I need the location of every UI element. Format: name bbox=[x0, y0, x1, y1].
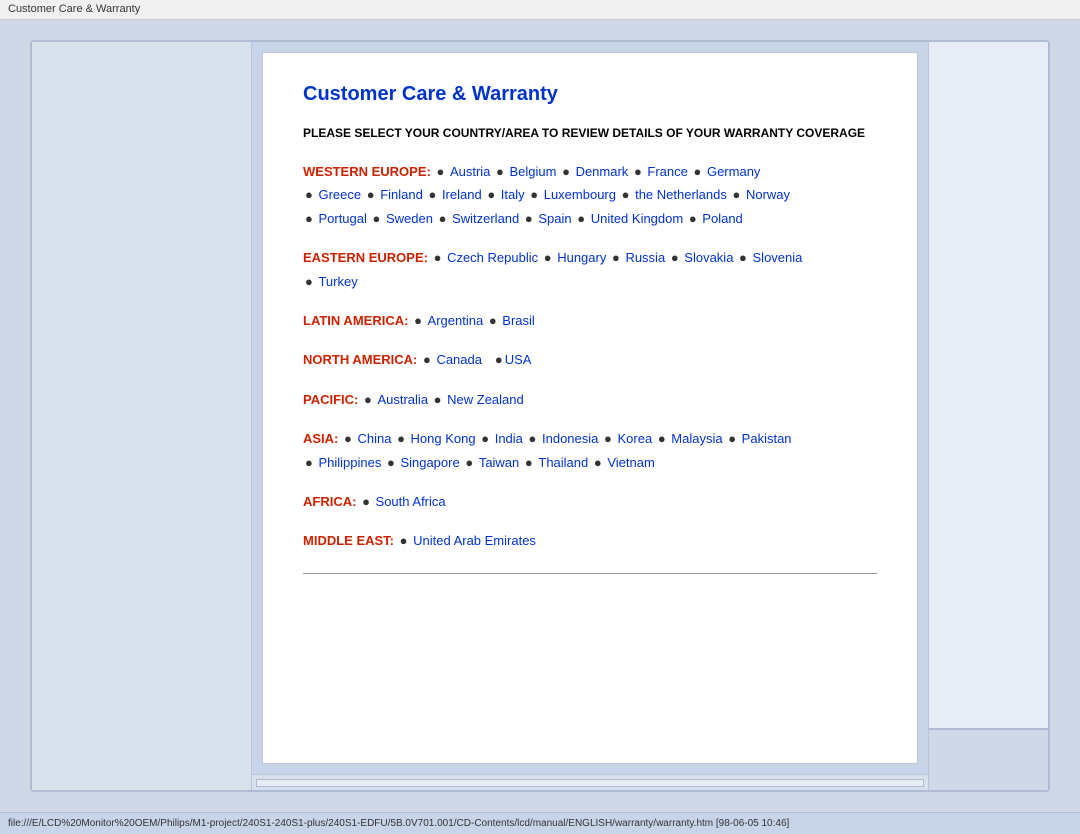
link-spain[interactable]: Spain bbox=[538, 211, 571, 226]
link-belgium[interactable]: Belgium bbox=[510, 164, 557, 179]
link-sweden[interactable]: Sweden bbox=[386, 211, 433, 226]
region-north-america: NORTH AMERICA: ● Canada ●USA bbox=[303, 348, 877, 371]
intro-text: PLEASE SELECT YOUR COUNTRY/AREA TO REVIE… bbox=[303, 124, 877, 142]
region-eastern-europe: EASTERN EUROPE: ● Czech Republic ● Hunga… bbox=[303, 246, 877, 293]
browser-chrome: Customer Care & Warranty PLEASE SELECT Y… bbox=[0, 20, 1080, 812]
link-netherlands[interactable]: the Netherlands bbox=[635, 187, 727, 202]
main-area: Customer Care & Warranty PLEASE SELECT Y… bbox=[252, 42, 928, 790]
content-divider bbox=[303, 573, 877, 574]
link-france[interactable]: France bbox=[647, 164, 687, 179]
right-sidebar bbox=[928, 42, 1048, 790]
link-denmark[interactable]: Denmark bbox=[576, 164, 629, 179]
link-pakistan[interactable]: Pakistan bbox=[742, 431, 792, 446]
link-austria[interactable]: Austria bbox=[450, 164, 490, 179]
link-taiwan[interactable]: Taiwan bbox=[479, 455, 519, 470]
link-switzerland[interactable]: Switzerland bbox=[452, 211, 519, 226]
right-sidebar-bottom bbox=[929, 730, 1048, 790]
link-united-kingdom[interactable]: United Kingdom bbox=[591, 211, 684, 226]
bottom-bar: file:///E/LCD%20Monitor%20OEM/Philips/M1… bbox=[0, 812, 1080, 834]
title-bar: Customer Care & Warranty bbox=[0, 0, 1080, 20]
link-uae[interactable]: United Arab Emirates bbox=[413, 533, 536, 548]
bottom-bar-text: file:///E/LCD%20Monitor%20OEM/Philips/M1… bbox=[8, 818, 789, 829]
region-middle-east: MIDDLE EAST: ● United Arab Emirates bbox=[303, 529, 877, 552]
scrollbar-track bbox=[256, 779, 924, 787]
link-luxembourg[interactable]: Luxembourg bbox=[544, 187, 616, 202]
link-usa[interactable]: USA bbox=[505, 352, 532, 367]
content-frame: Customer Care & Warranty PLEASE SELECT Y… bbox=[262, 52, 918, 764]
region-label-western-europe: WESTERN EUROPE: bbox=[303, 164, 431, 179]
horizontal-scrollbar[interactable] bbox=[252, 774, 928, 790]
region-label-pacific: PACIFIC: bbox=[303, 392, 358, 407]
region-label-north-america: NORTH AMERICA: bbox=[303, 352, 417, 367]
link-czech-republic[interactable]: Czech Republic bbox=[447, 250, 538, 265]
link-south-africa[interactable]: South Africa bbox=[376, 494, 446, 509]
left-sidebar bbox=[32, 42, 252, 790]
region-label-eastern-europe: EASTERN EUROPE: bbox=[303, 250, 428, 265]
link-australia[interactable]: Australia bbox=[377, 392, 428, 407]
region-label-asia: ASIA: bbox=[303, 431, 338, 446]
link-slovenia[interactable]: Slovenia bbox=[753, 250, 803, 265]
link-hong-kong[interactable]: Hong Kong bbox=[411, 431, 476, 446]
link-poland[interactable]: Poland bbox=[702, 211, 742, 226]
link-canada[interactable]: Canada bbox=[436, 352, 482, 367]
outer-frame: Customer Care & Warranty PLEASE SELECT Y… bbox=[30, 40, 1050, 792]
region-pacific: PACIFIC: ● Australia ● New Zealand bbox=[303, 388, 877, 411]
title-bar-text: Customer Care & Warranty bbox=[8, 3, 140, 15]
region-label-latin-america: LATIN AMERICA: bbox=[303, 313, 408, 328]
region-label-africa: AFRICA: bbox=[303, 494, 356, 509]
region-label-middle-east: MIDDLE EAST: bbox=[303, 533, 394, 548]
region-asia: ASIA: ● China ● Hong Kong ● India ● Indo… bbox=[303, 427, 877, 474]
right-sidebar-top bbox=[929, 42, 1048, 730]
link-portugal[interactable]: Portugal bbox=[318, 211, 366, 226]
link-philippines[interactable]: Philippines bbox=[318, 455, 381, 470]
link-new-zealand[interactable]: New Zealand bbox=[447, 392, 524, 407]
link-russia[interactable]: Russia bbox=[625, 250, 665, 265]
link-ireland[interactable]: Ireland bbox=[442, 187, 482, 202]
link-argentina[interactable]: Argentina bbox=[428, 313, 484, 328]
region-western-europe: WESTERN EUROPE: ● Austria ● Belgium ● De… bbox=[303, 160, 877, 230]
link-singapore[interactable]: Singapore bbox=[400, 455, 459, 470]
link-norway[interactable]: Norway bbox=[746, 187, 790, 202]
link-turkey[interactable]: Turkey bbox=[318, 274, 357, 289]
region-africa: AFRICA: ● South Africa bbox=[303, 490, 877, 513]
link-china[interactable]: China bbox=[357, 431, 391, 446]
link-brasil[interactable]: Brasil bbox=[502, 313, 535, 328]
link-hungary[interactable]: Hungary bbox=[557, 250, 606, 265]
link-korea[interactable]: Korea bbox=[617, 431, 652, 446]
link-thailand[interactable]: Thailand bbox=[538, 455, 588, 470]
link-greece[interactable]: Greece bbox=[318, 187, 361, 202]
page-title: Customer Care & Warranty bbox=[303, 83, 877, 106]
link-malaysia[interactable]: Malaysia bbox=[671, 431, 722, 446]
region-latin-america: LATIN AMERICA: ● Argentina ● Brasil bbox=[303, 309, 877, 332]
link-slovakia[interactable]: Slovakia bbox=[684, 250, 733, 265]
link-india[interactable]: India bbox=[495, 431, 523, 446]
link-indonesia[interactable]: Indonesia bbox=[542, 431, 598, 446]
link-germany[interactable]: Germany bbox=[707, 164, 760, 179]
link-italy[interactable]: Italy bbox=[501, 187, 525, 202]
link-vietnam[interactable]: Vietnam bbox=[607, 455, 654, 470]
link-finland[interactable]: Finland bbox=[380, 187, 423, 202]
